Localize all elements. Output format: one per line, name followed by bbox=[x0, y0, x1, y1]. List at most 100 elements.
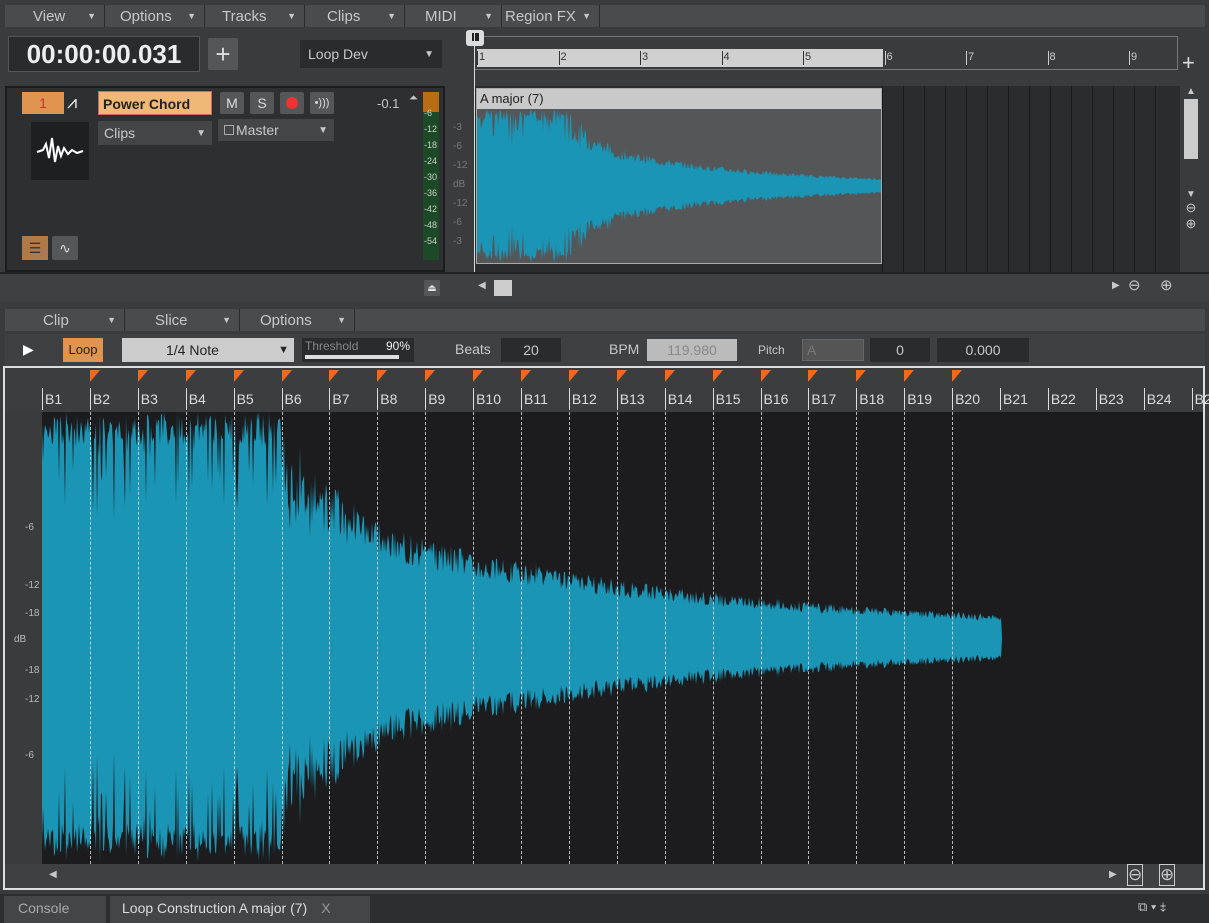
zoom-out-icon[interactable]: ⊖ bbox=[1128, 276, 1141, 294]
grid-line bbox=[1155, 86, 1156, 272]
slice-marker-flag[interactable] bbox=[137, 370, 148, 382]
beat-marker: B3 bbox=[137, 388, 158, 410]
beat-marker: B2 bbox=[1191, 388, 1209, 410]
slice-marker-flag[interactable] bbox=[281, 370, 292, 382]
slice-marker-flag[interactable] bbox=[233, 370, 244, 382]
input-dropdown[interactable]: Clips ▼ bbox=[98, 121, 212, 145]
hscroll-thumb[interactable] bbox=[494, 280, 512, 296]
slice-marker-flag[interactable] bbox=[664, 370, 675, 382]
slice-marker-flag[interactable] bbox=[952, 370, 963, 382]
pitch-fine-field[interactable]: 0.000 bbox=[937, 338, 1029, 362]
slice-marker-flag[interactable] bbox=[904, 370, 915, 382]
grid-line bbox=[903, 86, 904, 272]
slice-marker-flag[interactable] bbox=[377, 370, 388, 382]
scroll-thumb[interactable] bbox=[1184, 99, 1198, 159]
beat-marker: B10 bbox=[473, 388, 501, 410]
mute-button[interactable]: M bbox=[220, 92, 244, 114]
threshold-slider[interactable]: Threshold 90% bbox=[302, 338, 414, 362]
scroll-left-icon[interactable]: ◀ bbox=[49, 869, 57, 880]
time-display[interactable]: 00:00:00.031 bbox=[8, 36, 200, 72]
track-name-field[interactable]: Power Chord bbox=[98, 91, 212, 115]
menu-slice[interactable]: Slice ▼ bbox=[125, 309, 240, 331]
play-icon[interactable]: ▶ bbox=[23, 341, 34, 358]
automation-button[interactable]: ∿ bbox=[52, 236, 78, 260]
add-icon[interactable]: + bbox=[1182, 50, 1195, 76]
bpm-field[interactable]: 119.980 bbox=[647, 339, 737, 361]
zoom-out-icon[interactable]: ⊖ bbox=[1182, 200, 1200, 216]
meter-tick: -30 bbox=[424, 172, 438, 182]
tab-console[interactable]: Console bbox=[4, 896, 106, 923]
window-options-icon[interactable]: ⧉ ▾ ⇟ bbox=[1138, 899, 1166, 915]
tab-bar: Console Loop Construction A major (7) X ⧉… bbox=[0, 894, 1209, 923]
scroll-up-icon[interactable]: ▲ bbox=[1182, 86, 1200, 97]
menu-options[interactable]: Options ▼ bbox=[105, 5, 205, 27]
menu-tracks[interactable]: Tracks ▼ bbox=[205, 5, 305, 27]
beat-ruler[interactable]: B1 B2 B3 B4 B5 B6 B7 B8 B9 B10 B11 B12 B13 B14 B15 B16 B… bbox=[5, 368, 1209, 412]
menu-view[interactable]: View ▼ bbox=[5, 5, 105, 27]
slice-marker-flag[interactable] bbox=[568, 370, 579, 382]
input-echo-button[interactable]: •))) bbox=[310, 92, 334, 114]
ruler-tick: 3 bbox=[640, 51, 649, 65]
zoom-in-icon[interactable]: ⊕ bbox=[1182, 216, 1200, 232]
slice-marker-flag[interactable] bbox=[521, 370, 531, 382]
clip-lane[interactable]: A major (7) bbox=[474, 86, 1180, 272]
lane-db-tick: dB bbox=[453, 179, 466, 190]
close-icon[interactable]: X bbox=[321, 900, 330, 916]
workspace-dropdown[interactable]: Loop Dev ▼ bbox=[300, 40, 442, 68]
expand-icon[interactable]: ⏏ bbox=[424, 280, 440, 296]
pitch-key-field[interactable]: A bbox=[802, 339, 864, 361]
slice-note-dropdown[interactable]: 1/4 Note ▼ bbox=[122, 338, 294, 362]
add-track-button[interactable]: + bbox=[208, 38, 238, 70]
menu-region-fx[interactable]: Region FX ▼ bbox=[502, 5, 600, 27]
slice-line bbox=[856, 412, 858, 864]
output-dropdown[interactable]: Master ▼ bbox=[218, 119, 334, 141]
pitch-semitone-field[interactable]: 0 bbox=[870, 338, 930, 362]
menu-clips[interactable]: Clips ▼ bbox=[305, 5, 405, 27]
slice-marker-flag[interactable] bbox=[616, 370, 627, 382]
slice-marker-flag[interactable] bbox=[760, 370, 771, 382]
beat-marker: B11 bbox=[521, 388, 548, 410]
slice-line bbox=[329, 412, 331, 864]
timeline-ruler[interactable]: 1 2 3 4 5 6 7 8 9 bbox=[474, 36, 1178, 70]
scroll-left-icon[interactable]: ◀ bbox=[478, 280, 486, 291]
audio-clip[interactable]: A major (7) bbox=[476, 88, 882, 264]
slice-marker-flag[interactable] bbox=[89, 370, 100, 382]
track-header[interactable]: 1 ⩘ Power Chord M S •))) Clips ▼ Master ▼ … bbox=[5, 86, 445, 272]
slice-marker-flag[interactable] bbox=[185, 370, 196, 382]
envelope-icon: ∿ bbox=[59, 239, 71, 256]
clip-lanes-button[interactable]: ☰ bbox=[22, 236, 48, 260]
menu-midi[interactable]: MIDI ▼ bbox=[405, 5, 502, 27]
track-number[interactable]: 1 bbox=[22, 92, 64, 114]
slice-marker-flag[interactable] bbox=[712, 370, 723, 382]
scroll-right-icon[interactable]: ▶ bbox=[1109, 869, 1117, 880]
beat-marker: B17 bbox=[808, 388, 836, 410]
beats-field[interactable]: 20 bbox=[501, 338, 561, 362]
playhead-handle[interactable] bbox=[466, 30, 484, 46]
beat-marker: B16 bbox=[760, 388, 788, 410]
zoom-in-icon[interactable]: ⊕ bbox=[1160, 276, 1173, 294]
menu-label: MIDI bbox=[425, 7, 457, 25]
record-arm-button[interactable] bbox=[280, 92, 304, 114]
scroll-down-icon[interactable]: ▼ bbox=[1182, 189, 1200, 200]
loop-hscrollbar[interactable]: ◀ ▶ ⊖ ⊕ bbox=[5, 864, 1203, 888]
slice-marker-flag[interactable] bbox=[425, 370, 436, 382]
loop-toggle[interactable]: Loop bbox=[63, 338, 103, 362]
vertical-scrollbar[interactable]: ▲ ▼ ⊖ ⊕ bbox=[1182, 86, 1200, 272]
slice-marker-flag[interactable] bbox=[473, 370, 484, 382]
chevron-up-icon[interactable]: ⏶ bbox=[409, 92, 418, 105]
volume-value[interactable]: -0.1 bbox=[377, 96, 399, 111]
zoom-out-icon[interactable]: ⊖ bbox=[1127, 864, 1144, 886]
slice-marker-flag[interactable] bbox=[856, 370, 867, 382]
menu-clip[interactable]: Clip ▼ bbox=[5, 309, 125, 331]
slice-marker-flag[interactable] bbox=[329, 370, 340, 382]
zoom-in-icon[interactable]: ⊕ bbox=[1159, 864, 1176, 886]
grid-line bbox=[987, 86, 988, 272]
slice-marker-flag[interactable] bbox=[808, 370, 819, 382]
scroll-right-icon[interactable]: ▶ bbox=[1112, 280, 1120, 291]
loop-waveform-area[interactable] bbox=[42, 412, 1203, 864]
solo-button[interactable]: S bbox=[250, 92, 274, 114]
meter-tick: -36 bbox=[424, 188, 438, 198]
clip-waveform bbox=[477, 109, 881, 263]
tab-loop-construction[interactable]: Loop Construction A major (7) X bbox=[110, 896, 370, 923]
menu-slice-options[interactable]: Options ▼ bbox=[240, 309, 355, 331]
